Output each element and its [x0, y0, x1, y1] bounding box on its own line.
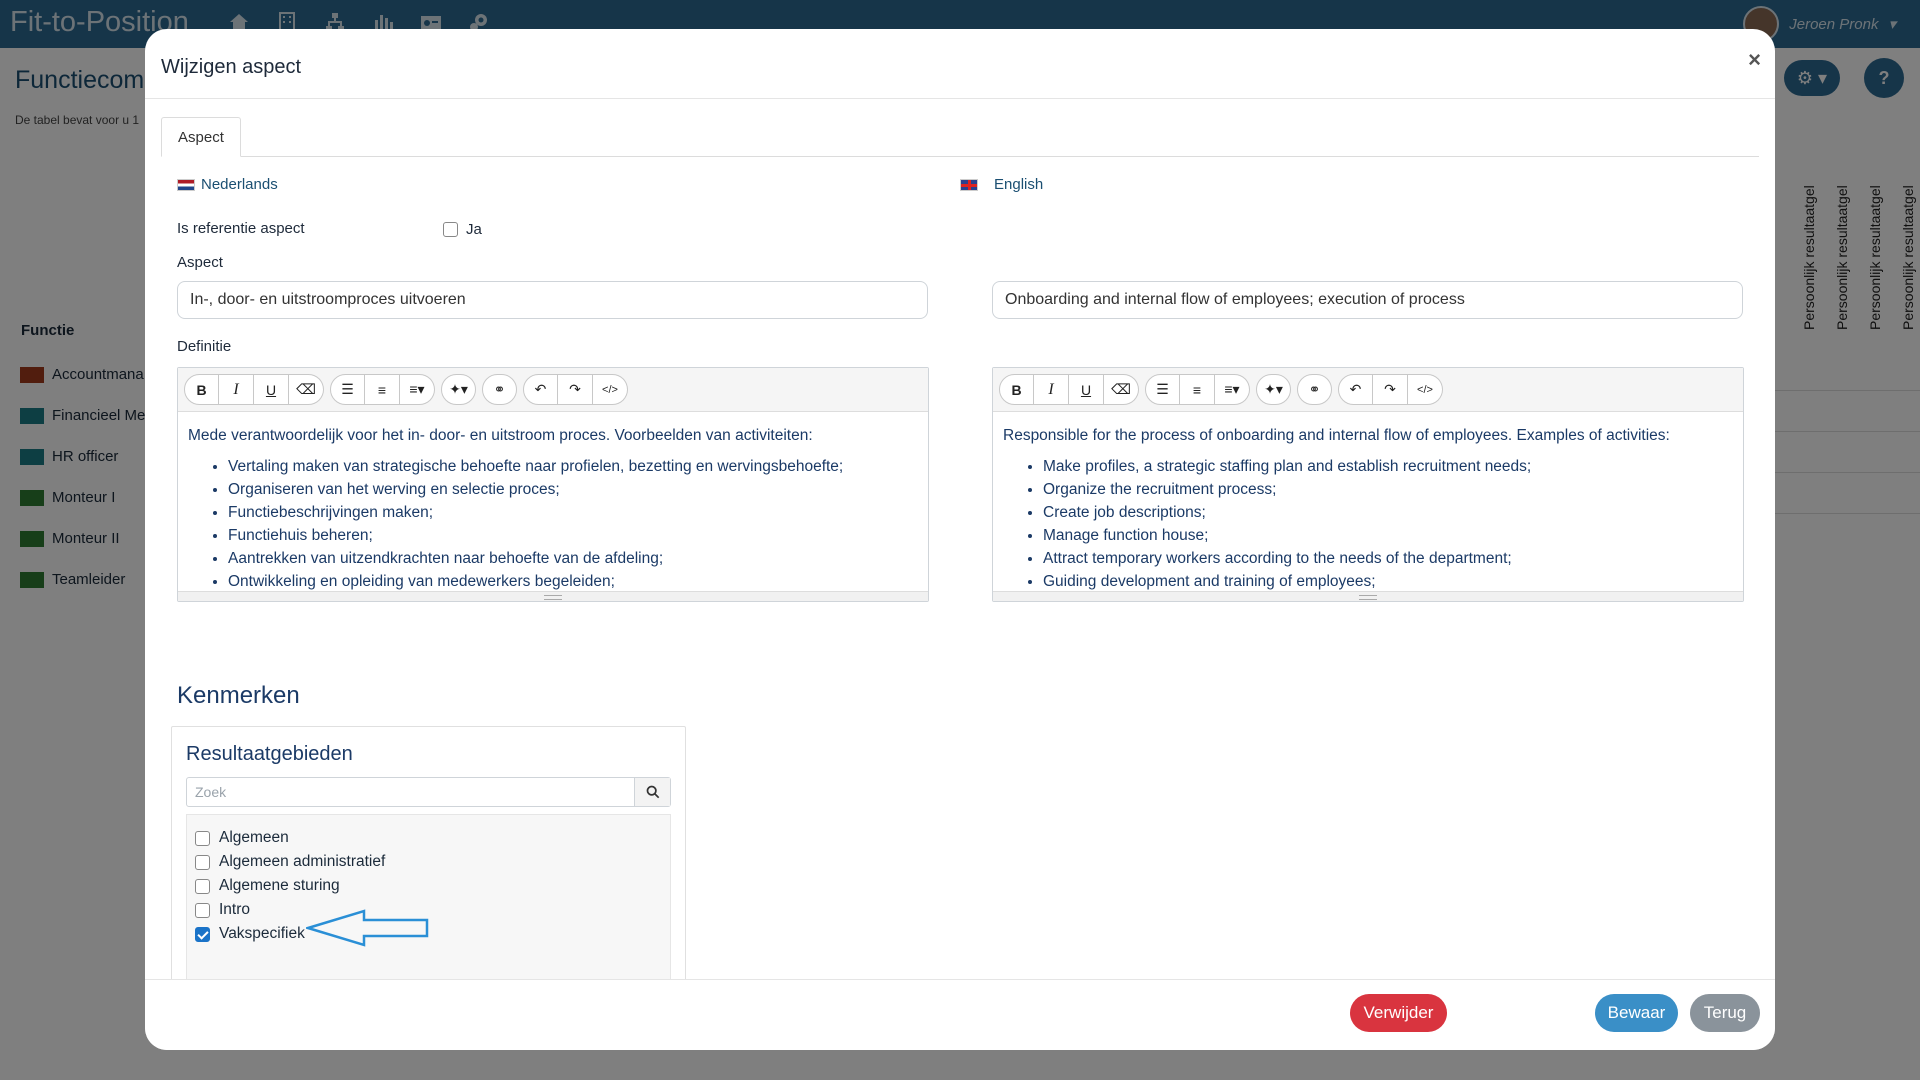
checkbox[interactable] — [195, 854, 210, 870]
list-item: Manage function house; — [1043, 524, 1733, 547]
definitie-nl-editor: B I U ⌫ ☰ ≡ ≡▾ ✦▾ ⚭ ↶ ↷ </> Mede verantw… — [177, 367, 929, 602]
list-item: Create job descriptions; — [1043, 501, 1733, 524]
list-item: Functiehuis beheren; — [228, 524, 918, 547]
list-item: Organize the recruitment process; — [1043, 478, 1733, 501]
list-item: Organiseren van het werving en selectie … — [228, 478, 918, 501]
checkbox-label: Vakspecifiek — [219, 925, 305, 942]
aspect-en-input[interactable]: Onboarding and internal flow of employee… — [992, 281, 1743, 319]
back-button[interactable]: Terug — [1690, 994, 1760, 1032]
modal-title: Wijzigen aspect — [161, 56, 302, 78]
edit-aspect-modal: Wijzigen aspect × Aspect Nederlands Engl… — [145, 29, 1775, 1050]
arrow-pointer-icon — [306, 909, 429, 947]
tab-aspect[interactable]: Aspect — [161, 117, 241, 157]
ref-aspect-label: Is referentie aspect — [177, 220, 305, 237]
checkbox-label: Algemeen administratief — [219, 853, 386, 870]
redo-icon[interactable]: ↷ — [558, 374, 593, 405]
checkbox[interactable] — [195, 878, 210, 894]
kenmerken-title: Kenmerken — [177, 682, 300, 709]
italic-icon[interactable]: I — [1034, 374, 1069, 405]
bullet-list-icon[interactable]: ☰ — [1145, 374, 1180, 405]
editor-intro: Mede verantwoordelijk voor het in- door-… — [188, 427, 813, 444]
resultaatgebieden-title: Resultaatgebieden — [186, 743, 353, 765]
checkbox[interactable] — [195, 902, 210, 918]
checkbox[interactable] — [195, 926, 210, 942]
align-icon[interactable]: ≡▾ — [400, 374, 435, 405]
bullet-list-icon[interactable]: ☰ — [330, 374, 365, 405]
eraser-icon[interactable]: ⌫ — [1104, 374, 1139, 405]
modal-header: Wijzigen aspect × — [145, 29, 1775, 99]
close-icon[interactable]: × — [1748, 47, 1761, 73]
editor-bullet-list: Vertaling maken van strategische behoeft… — [188, 455, 918, 590]
search-icon — [646, 785, 659, 799]
redo-icon[interactable]: ↷ — [1373, 374, 1408, 405]
check-row[interactable]: Algemeen administratief — [195, 850, 662, 874]
bold-icon[interactable]: B — [999, 374, 1034, 405]
modal-footer: Verwijder Bewaar Terug — [145, 979, 1775, 1050]
flag-uk-icon — [960, 178, 978, 191]
check-row[interactable]: Algemene sturing — [195, 874, 662, 898]
undo-icon[interactable]: ↶ — [1338, 374, 1373, 405]
checkbox-label: Algemene sturing — [219, 877, 340, 894]
editor-bullet-list: Make profiles, a strategic staffing plan… — [1003, 455, 1733, 590]
editor-resize-handle[interactable] — [178, 591, 928, 601]
lang-en-label: English — [994, 176, 1044, 193]
bold-icon[interactable]: B — [184, 374, 219, 405]
eraser-icon[interactable]: ⌫ — [289, 374, 324, 405]
list-item: Ontwikkeling en opleiding van medewerker… — [228, 570, 918, 590]
search-placeholder: Zoek — [195, 784, 227, 800]
lang-en: English — [960, 176, 1043, 193]
numbered-list-icon[interactable]: ≡ — [365, 374, 400, 405]
checkbox-label: Intro — [219, 901, 251, 918]
list-item: Vertaling maken van strategische behoeft… — [228, 455, 918, 478]
link-icon[interactable]: ⚭ — [1297, 374, 1332, 405]
ref-aspect-checkbox-label: Ja — [466, 221, 482, 238]
save-button[interactable]: Bewaar — [1595, 994, 1678, 1032]
checkbox[interactable] — [195, 830, 210, 846]
underline-icon[interactable]: U — [254, 374, 289, 405]
list-item: Functiebeschrijvingen maken; — [228, 501, 918, 524]
tab-bar: Aspect — [161, 117, 1759, 157]
list-item: Attract temporary workers according to t… — [1043, 547, 1733, 570]
code-view-icon[interactable]: </> — [593, 374, 628, 405]
editor-toolbar: B I U ⌫ ☰ ≡ ≡▾ ✦▾ ⚭ ↶ ↷ </> — [993, 368, 1743, 412]
underline-icon[interactable]: U — [1069, 374, 1104, 405]
italic-icon[interactable]: I — [219, 374, 254, 405]
align-icon[interactable]: ≡▾ — [1215, 374, 1250, 405]
ref-aspect-checkbox[interactable] — [443, 222, 458, 237]
aspect-nl-input[interactable]: In-, door- en uitstroomproces uitvoeren — [177, 281, 928, 319]
magic-wand-icon[interactable]: ✦▾ — [441, 374, 476, 405]
undo-icon[interactable]: ↶ — [523, 374, 558, 405]
lang-nl: Nederlands — [177, 176, 278, 193]
list-item: Aantrekken van uitzendkrachten naar beho… — [228, 547, 918, 570]
definitie-label: Definitie — [177, 338, 232, 355]
editor-intro: Responsible for the process of onboardin… — [1003, 427, 1670, 444]
editor-content[interactable]: Mede verantwoordelijk voor het in- door-… — [178, 412, 928, 590]
numbered-list-icon[interactable]: ≡ — [1180, 374, 1215, 405]
editor-resize-handle[interactable] — [993, 591, 1743, 601]
aspect-label: Aspect — [177, 254, 223, 271]
flag-nl-icon — [177, 178, 195, 191]
editor-content[interactable]: Responsible for the process of onboardin… — [993, 412, 1743, 590]
list-item: Guiding development and training of empl… — [1043, 570, 1733, 590]
editor-toolbar: B I U ⌫ ☰ ≡ ≡▾ ✦▾ ⚭ ↶ ↷ </> — [178, 368, 928, 412]
ref-aspect-option: Ja — [443, 221, 482, 238]
check-row[interactable]: Algemeen — [195, 826, 662, 850]
search-input[interactable]: Zoek — [186, 777, 671, 807]
delete-button[interactable]: Verwijder — [1350, 994, 1447, 1032]
search-button[interactable] — [634, 778, 670, 806]
magic-wand-icon[interactable]: ✦▾ — [1256, 374, 1291, 405]
link-icon[interactable]: ⚭ — [482, 374, 517, 405]
code-view-icon[interactable]: </> — [1408, 374, 1443, 405]
lang-nl-label: Nederlands — [201, 176, 278, 193]
definitie-en-editor: B I U ⌫ ☰ ≡ ≡▾ ✦▾ ⚭ ↶ ↷ </> Responsible … — [992, 367, 1744, 602]
checkbox-label: Algemeen — [219, 829, 289, 846]
list-item: Make profiles, a strategic staffing plan… — [1043, 455, 1733, 478]
